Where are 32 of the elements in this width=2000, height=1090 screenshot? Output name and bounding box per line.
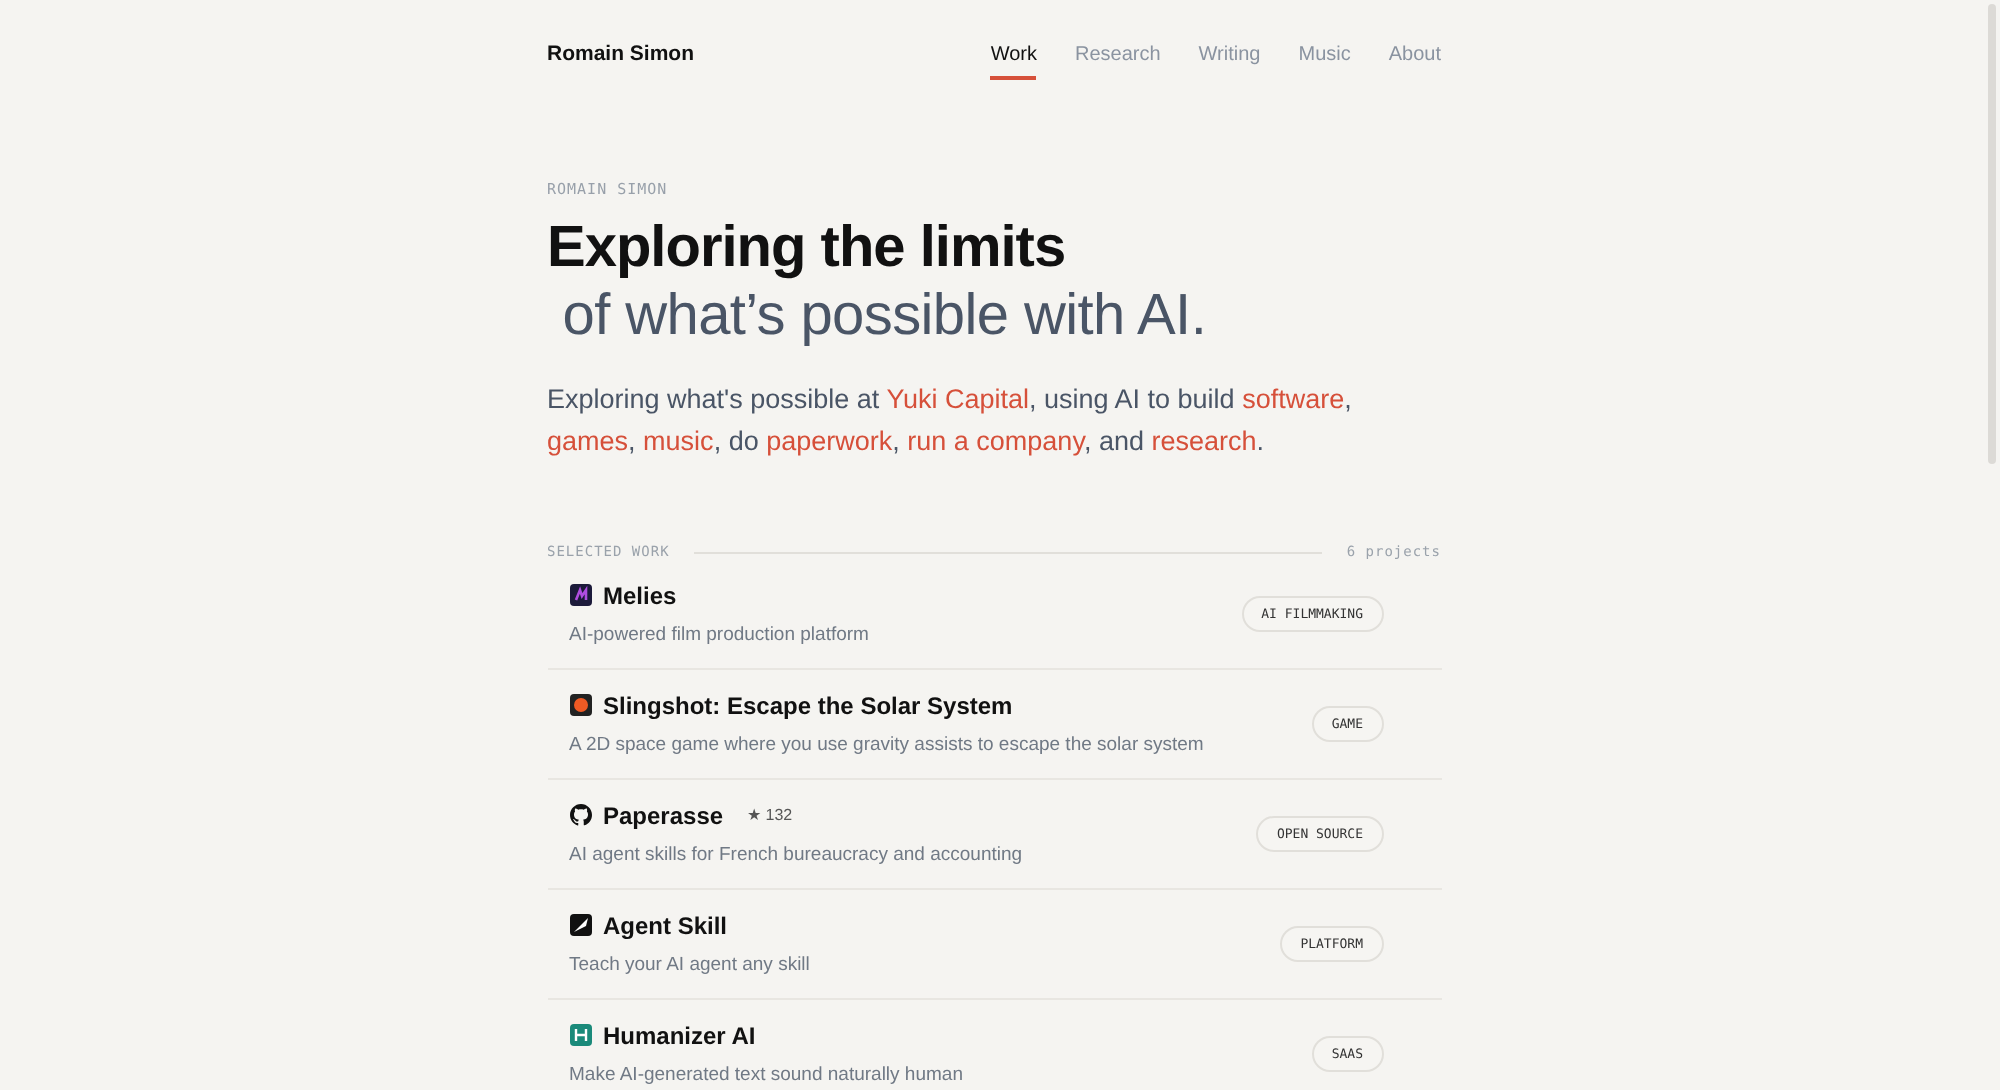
page-heading: Exploring the limits [547,214,1068,282]
nav-link[interactable]: About [1388,44,1441,80]
nav-link[interactable]: Writing [1198,44,1261,80]
project-description: Teach your AI agent any skill [569,953,810,975]
feather-icon [569,914,591,936]
intro-link[interactable]: run a company [907,426,1084,456]
nav-link[interactable]: Research [1074,44,1161,80]
app-icon [569,584,591,606]
project-title[interactable]: Slingshot: Escape the Solar System [603,691,1013,719]
intro-link[interactable]: Yuki Capital [886,384,1029,414]
app-icon [569,1024,591,1046]
github-icon [569,804,591,826]
project-description: Make AI-generated text sound naturally human [569,1063,963,1085]
page-subheading: of what’s possible with AI. [560,282,1209,350]
intro-paragraph: Exploring what's possible at Yuki Capital, using AI to build software, games, music, do paperwork, run a company, and research. [547,382,1354,460]
nav-link[interactable]: Music [1298,44,1351,80]
nav-link[interactable]: Work [990,44,1037,80]
intro-link[interactable]: games [547,426,629,456]
project-title[interactable]: Melies [603,581,677,609]
planet-icon [569,694,591,716]
project-title[interactable]: Paperasse [603,801,724,829]
project-description: AI agent skills for French bureaucracy and accounting [569,843,1023,865]
intro-link[interactable]: software [1242,384,1345,414]
project-title[interactable]: Humanizer AI [603,1021,756,1049]
site-name[interactable]: Romain Simon [547,42,695,66]
star-count: ★ 132 [747,806,793,824]
project-title[interactable]: Agent Skill [603,911,728,939]
project-description: AI-powered film production platform [569,623,869,645]
intro-link[interactable]: music [643,426,714,456]
intro-link[interactable]: research [1151,426,1257,456]
project-description: A 2D space game where you use gravity assists to escape the solar system [569,733,1204,755]
intro-link[interactable]: paperwork [766,426,893,456]
